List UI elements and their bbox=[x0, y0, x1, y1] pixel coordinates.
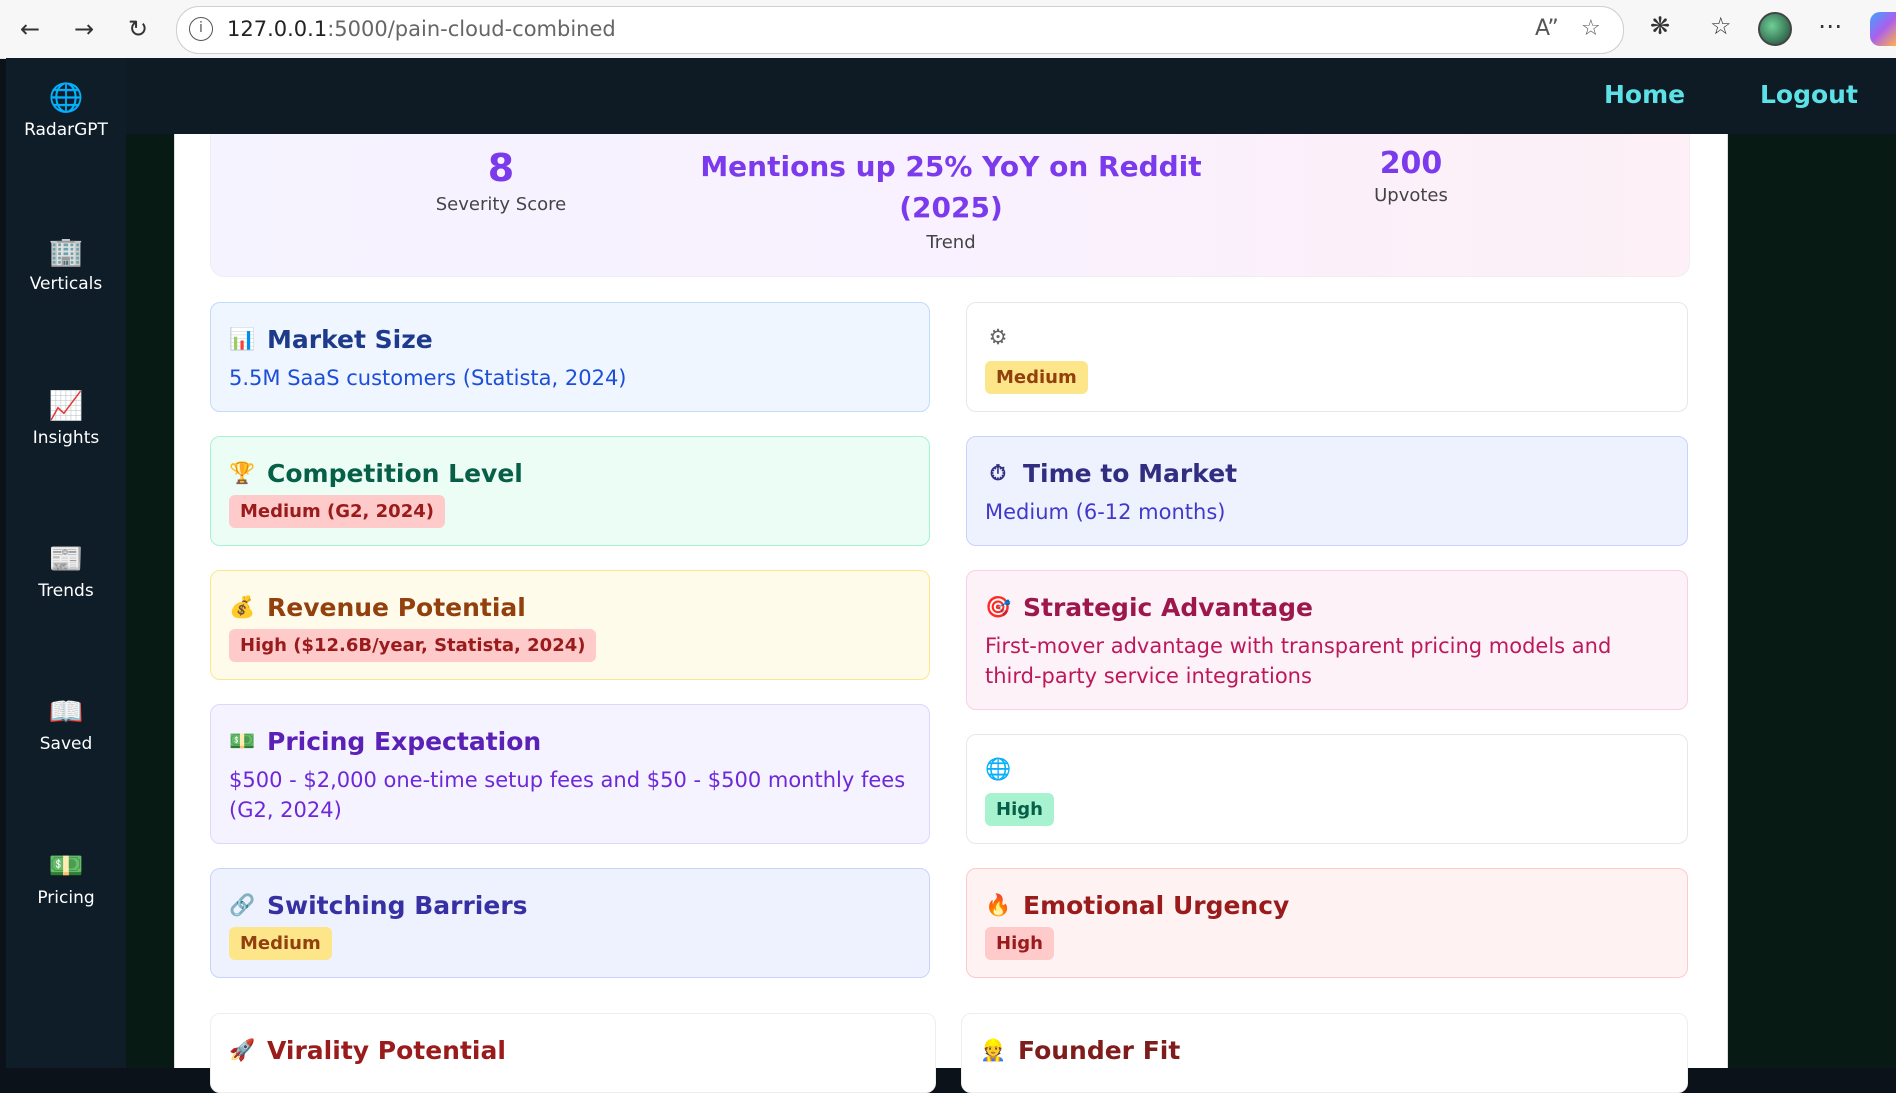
time-to-market-card: ⏱ Time to Market Medium (6-12 months) bbox=[966, 436, 1688, 546]
address-url[interactable]: 127.0.0.1:5000/pain-cloud-combined bbox=[227, 17, 616, 41]
pricing-card: 💵 Pricing Expectation $500 - $2,000 one-t… bbox=[210, 704, 930, 844]
favorite-star-icon[interactable]: ☆ bbox=[1581, 16, 1601, 41]
sidebar-item-saved[interactable]: 📖 Saved bbox=[6, 694, 126, 754]
sidebar-item-trends[interactable]: 📰 Trends bbox=[6, 541, 126, 601]
bar-chart-icon: 📊 bbox=[229, 327, 256, 351]
gear-badge: Medium bbox=[985, 361, 1088, 394]
stats-summary: 8 Severity Score Mentions up 25% YoY on … bbox=[210, 134, 1690, 277]
card-title: Strategic Advantage bbox=[1023, 593, 1313, 622]
switching-badge: Medium bbox=[229, 927, 332, 960]
globe-card: 🌐 High bbox=[966, 734, 1688, 844]
sidebar-item-radargpt[interactable]: 🌐 RadarGPT bbox=[6, 80, 126, 140]
switching-card: 🔗 Switching Barriers Medium bbox=[210, 868, 930, 978]
read-aloud-icon[interactable]: A” bbox=[1535, 16, 1559, 41]
copilot-icon[interactable] bbox=[1870, 12, 1896, 46]
link-icon: 🔗 bbox=[229, 893, 256, 917]
card-title: Revenue Potential bbox=[267, 593, 526, 622]
sidebar-item-label: Saved bbox=[39, 734, 93, 754]
market-size-card: 📊 Market Size 5.5M SaaS customers (Statis… bbox=[210, 302, 930, 412]
card-title: Time to Market bbox=[1023, 459, 1238, 488]
money-icon: 💵 bbox=[48, 849, 84, 882]
fire-icon: 🔥 bbox=[985, 893, 1012, 917]
reload-icon[interactable]: ↻ bbox=[120, 11, 156, 47]
card-title: Market Size bbox=[267, 325, 433, 354]
sidebar-item-label: Trends bbox=[38, 581, 94, 601]
card-text-line1: First-mover advantage with transparent p… bbox=[985, 634, 1612, 658]
competition-badge: Medium (G2, 2024) bbox=[229, 495, 445, 528]
logout-link[interactable]: Logout bbox=[1760, 80, 1858, 109]
rocket-icon: 🚀 bbox=[229, 1038, 256, 1062]
trend-value-line2: (2025) bbox=[899, 191, 1003, 224]
strategic-card: 🎯 Strategic Advantage First-mover advanta… bbox=[966, 570, 1688, 710]
site-info-icon[interactable]: i bbox=[189, 17, 213, 41]
book-icon: 📖 bbox=[48, 695, 84, 728]
competition-card: 🏆 Competition Level Medium (G2, 2024) bbox=[210, 436, 930, 546]
url-host: 127.0.0.1 bbox=[227, 17, 328, 41]
sidebar-item-verticals[interactable]: 🏢 Verticals bbox=[6, 234, 126, 294]
card-title: Switching Barriers bbox=[267, 891, 528, 920]
severity-label: Severity Score bbox=[435, 194, 567, 215]
card-title: Emotional Urgency bbox=[1023, 891, 1290, 920]
severity-stat: 8 Severity Score bbox=[351, 146, 651, 215]
trophy-icon: 🏆 bbox=[229, 461, 256, 485]
sidebar-item-label: RadarGPT bbox=[24, 120, 108, 140]
revenue-card: 💰 Revenue Potential High ($12.6B/year, St… bbox=[210, 570, 930, 680]
globe-icon: 🌐 bbox=[985, 757, 1012, 781]
severity-value: 8 bbox=[487, 146, 515, 190]
emotional-badge: High bbox=[985, 927, 1054, 960]
revenue-badge: High ($12.6B/year, Statista, 2024) bbox=[229, 629, 597, 662]
upvotes-label: Upvotes bbox=[1374, 185, 1448, 206]
card-text: Medium (6-12 months) bbox=[985, 500, 1226, 524]
more-menu-icon[interactable]: ⋯ bbox=[1818, 12, 1842, 40]
gear-icon: ⚙ bbox=[988, 325, 1008, 349]
dollar-bill-icon: 💵 bbox=[229, 729, 256, 753]
browser-toolbar: ← → ↻ i 127.0.0.1:5000/pain-cloud-combin… bbox=[0, 0, 1896, 59]
emotional-card: 🔥 Emotional Urgency High bbox=[966, 868, 1688, 978]
newspaper-icon: 📰 bbox=[48, 542, 84, 575]
profile-avatar[interactable] bbox=[1758, 12, 1792, 46]
globe-icon: 🌐 bbox=[48, 81, 84, 114]
money-bag-icon: 💰 bbox=[229, 595, 256, 619]
upvotes-stat: 200 Upvotes bbox=[1261, 146, 1561, 206]
card-text-line1: $500 - $2,000 one-time setup fees and $5… bbox=[229, 768, 906, 792]
card-text-line2: third-party service integrations bbox=[985, 664, 1312, 688]
sidebar-item-label: Insights bbox=[32, 428, 100, 448]
card-text-line2: (G2, 2024) bbox=[229, 798, 342, 822]
address-bar[interactable]: i 127.0.0.1:5000/pain-cloud-combined A” … bbox=[176, 6, 1624, 54]
card-title: Founder Fit bbox=[1018, 1036, 1181, 1065]
chart-icon: 📈 bbox=[48, 389, 84, 422]
url-path: :5000/pain-cloud-combined bbox=[327, 17, 616, 41]
favorites-icon[interactable]: ☆ bbox=[1710, 12, 1732, 40]
back-arrow-icon[interactable]: ← bbox=[12, 11, 48, 47]
card-title: Virality Potential bbox=[267, 1036, 506, 1065]
forward-arrow-icon[interactable]: → bbox=[66, 11, 102, 47]
sidebar-item-insights[interactable]: 📈 Insights bbox=[6, 388, 126, 448]
sidebar: 🌐 RadarGPT 🏢 Verticals 📈 Insights 📰 Tren… bbox=[6, 58, 126, 1068]
top-navbar: Home Logout bbox=[126, 58, 1896, 134]
card-title: Pricing Expectation bbox=[267, 727, 542, 756]
sidebar-item-pricing[interactable]: 💵 Pricing bbox=[6, 848, 126, 908]
target-icon: 🎯 bbox=[985, 595, 1012, 619]
trend-stat: Mentions up 25% YoY on Reddit (2025) Tre… bbox=[691, 146, 1211, 253]
extensions-icon[interactable]: ❋ bbox=[1650, 12, 1670, 40]
globe-badge: High bbox=[985, 793, 1054, 826]
virality-card: 🚀 Virality Potential bbox=[210, 1013, 936, 1093]
founder-card: 👷 Founder Fit bbox=[961, 1013, 1688, 1093]
sidebar-item-label: Pricing bbox=[37, 888, 95, 908]
sidebar-item-label: Verticals bbox=[29, 274, 103, 294]
card-text: 5.5M SaaS customers (Statista, 2024) bbox=[229, 366, 627, 390]
card-title: Competition Level bbox=[267, 459, 523, 488]
upvotes-value: 200 bbox=[1379, 146, 1443, 181]
worker-icon: 👷 bbox=[980, 1038, 1007, 1062]
trend-value-line1: Mentions up 25% YoY on Reddit bbox=[700, 150, 1202, 183]
building-icon: 🏢 bbox=[48, 235, 84, 268]
trend-label: Trend bbox=[926, 232, 976, 253]
home-link[interactable]: Home bbox=[1604, 80, 1685, 109]
stopwatch-icon: ⏱ bbox=[989, 461, 1007, 485]
gear-card: ⚙ Medium bbox=[966, 302, 1688, 412]
